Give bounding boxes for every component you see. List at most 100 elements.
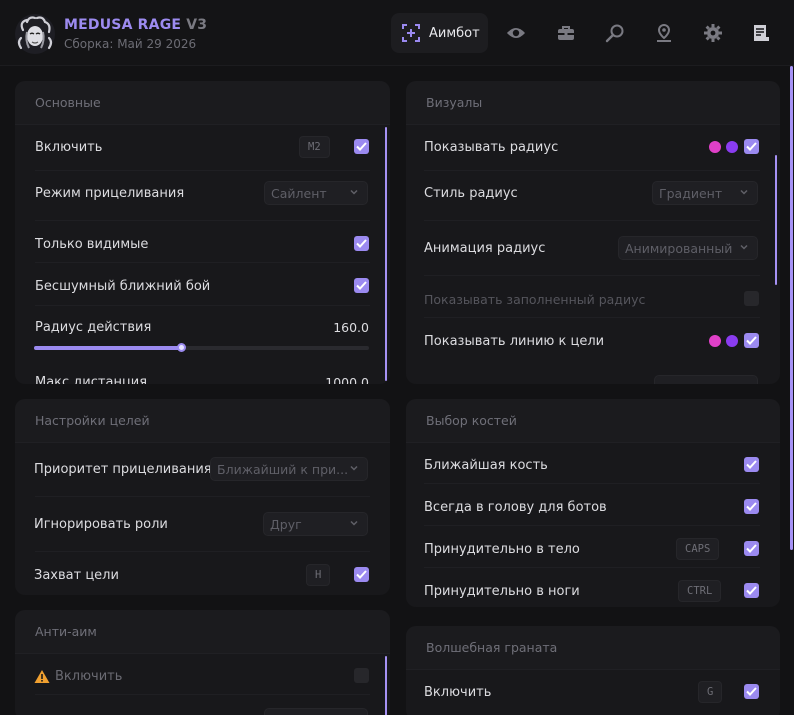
card-visuals: Визуалы Показывать радиус Стиль радиус Г… — [406, 81, 780, 384]
line-color-primary[interactable] — [709, 335, 721, 347]
divider — [35, 496, 370, 497]
check-icon — [746, 687, 757, 696]
medusa-logo-icon — [15, 14, 55, 54]
enable-checkbox[interactable] — [354, 139, 369, 154]
head-bots-checkbox[interactable] — [744, 499, 759, 514]
divider — [424, 525, 760, 526]
row-radius-style: Стиль радиус Градиент — [406, 173, 780, 215]
row-range: Радиус действия 160.0 — [15, 306, 390, 356]
keybind-enable[interactable]: M2 — [299, 136, 330, 158]
card-visuals-scrollbar[interactable] — [775, 155, 777, 285]
card-targets-header: Настройки целей — [15, 399, 390, 443]
tab-map[interactable] — [653, 22, 675, 44]
target-line-checkbox[interactable] — [744, 333, 759, 348]
show-radius-checkbox[interactable] — [744, 139, 759, 154]
row-silent-melee: Бесшумный ближний бой — [15, 266, 390, 308]
card-bones-title: Выбор костей — [426, 413, 517, 428]
chevron-down-icon — [350, 520, 358, 526]
force-body-checkbox[interactable] — [744, 541, 759, 556]
card-targets-title: Настройки целей — [35, 413, 150, 428]
check-icon — [746, 502, 757, 511]
row-filled-radius: Показывать заполненный радиус — [406, 279, 780, 321]
priority-select[interactable]: Ближайший к при... — [210, 457, 368, 481]
target-lock-checkbox[interactable] — [354, 567, 369, 582]
app-name: MEDUSA RAGE V3 — [64, 17, 208, 33]
divider — [424, 317, 760, 318]
line-color-secondary[interactable] — [726, 335, 738, 347]
silent-melee-checkbox[interactable] — [354, 278, 369, 293]
priority-label: Приоритет прицеливания — [34, 462, 212, 477]
row-head-bots: Всегда в голову для ботов — [406, 487, 780, 529]
chevron-down-icon — [350, 465, 358, 471]
map-pin-icon — [657, 23, 671, 42]
check-icon — [746, 142, 757, 151]
page-scrollbar[interactable] — [790, 66, 793, 550]
tab-settings[interactable] — [702, 22, 724, 44]
card-visuals-title: Визуалы — [426, 95, 483, 110]
ignore-roles-select[interactable]: Друг — [263, 512, 368, 536]
keybind-force-legs[interactable]: CTRL — [678, 580, 722, 602]
tab-visuals[interactable] — [505, 22, 527, 44]
check-icon — [356, 570, 367, 579]
head-bots-label: Всегда в голову для ботов — [424, 500, 607, 515]
radius-color-secondary[interactable] — [726, 141, 738, 153]
header: MEDUSA RAGE V3 Сборка: Май 29 2026 Аимбо… — [0, 0, 794, 66]
row-antiaim-enable: Включить — [15, 656, 390, 698]
crosshair-icon — [402, 24, 420, 42]
partial-select[interactable] — [264, 708, 368, 715]
grenade-enable-label: Включить — [424, 685, 492, 700]
tab-search[interactable] — [604, 22, 626, 44]
radius-style-value: Градиент — [659, 185, 723, 201]
grenade-enable-checkbox[interactable] — [744, 684, 759, 699]
tab-scripts[interactable] — [750, 22, 772, 44]
filled-radius-label: Показывать заполненный радиус — [424, 292, 646, 307]
divider — [424, 483, 760, 484]
card-targets: Настройки целей Приоритет прицеливания Б… — [15, 399, 390, 595]
card-antiaim-scrollbar[interactable] — [385, 656, 387, 715]
check-icon — [746, 586, 757, 595]
filled-radius-checkbox[interactable] — [744, 291, 759, 306]
row-show-radius: Показывать радиус — [406, 127, 780, 169]
card-grenade: Волшебная граната Включить G — [406, 626, 780, 715]
check-icon — [356, 281, 367, 290]
radius-style-select[interactable]: Градиент — [652, 181, 758, 205]
radius-color-primary[interactable] — [709, 141, 721, 153]
range-value: 160.0 — [333, 320, 369, 335]
nearest-bone-label: Ближайшая кость — [424, 458, 548, 473]
nearest-bone-checkbox[interactable] — [744, 457, 759, 472]
check-icon — [746, 544, 757, 553]
card-antiaim-header: Анти-аим — [15, 610, 390, 654]
radius-anim-select[interactable]: Анимированный — [618, 236, 758, 260]
range-slider-handle[interactable] — [177, 343, 186, 352]
force-body-label: Принудительно в тело — [424, 542, 580, 557]
range-label: Радиус действия — [35, 320, 152, 335]
card-main-header: Основные — [15, 81, 390, 125]
priority-value: Ближайший к при... — [217, 461, 349, 477]
card-main-title: Основные — [35, 95, 101, 110]
divider — [35, 262, 370, 263]
tab-misc[interactable] — [555, 22, 577, 44]
build-label: Сборка: Май 29 2026 — [64, 37, 197, 51]
row-grenade-enable: Включить G — [406, 672, 780, 714]
row-nearest-bone: Ближайшая кость — [406, 445, 780, 487]
tab-aimbot-label: Аимбот — [429, 25, 480, 41]
row-enable: Включить M2 — [15, 127, 390, 169]
force-legs-checkbox[interactable] — [744, 583, 759, 598]
chevron-down-icon — [740, 244, 748, 250]
antiaim-enable-checkbox[interactable] — [354, 668, 369, 683]
card-main-scrollbar[interactable] — [385, 127, 387, 381]
tab-aimbot[interactable]: Аимбот — [391, 13, 488, 53]
visible-only-label: Только видимые — [35, 237, 149, 252]
card-antiaim: Анти-аим Включить — [15, 610, 390, 715]
check-icon — [356, 239, 367, 248]
target-lock-label: Захват цели — [34, 568, 119, 583]
keybind-grenade[interactable]: G — [698, 681, 723, 703]
partial-select[interactable] — [654, 375, 758, 384]
max-distance-value: 1000.0 — [325, 375, 369, 384]
visible-only-checkbox[interactable] — [354, 236, 369, 251]
keybind-force-body[interactable]: CAPS — [676, 538, 720, 560]
keybind-target-lock[interactable]: H — [306, 564, 331, 586]
aim-mode-select[interactable]: Сайлент — [264, 181, 368, 205]
divider — [424, 170, 760, 171]
radius-anim-label: Анимация радиус — [424, 241, 546, 256]
